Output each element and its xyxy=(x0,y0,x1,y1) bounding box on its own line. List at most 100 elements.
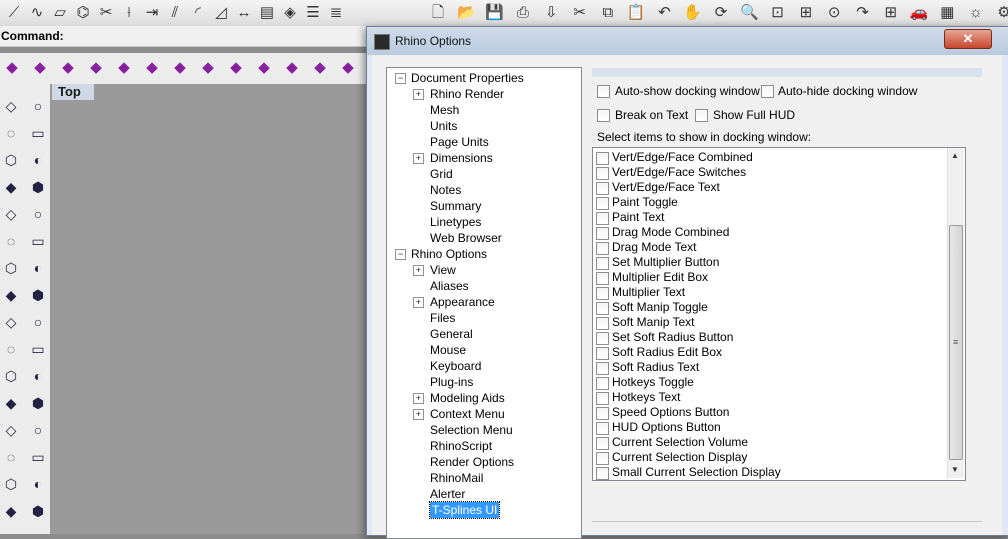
tree-item[interactable]: Grid xyxy=(430,166,453,182)
import-icon[interactable]: ⇩ xyxy=(541,3,561,23)
grid-plane-icon[interactable]: ▦ xyxy=(937,3,957,23)
boolean-union-icon[interactable]: ◆ xyxy=(86,58,106,78)
sidebar-tool-icon[interactable]: ○ xyxy=(28,204,48,224)
offset-icon[interactable]: ⫽ xyxy=(165,3,185,23)
list-item[interactable]: Set Multiplier Button xyxy=(593,255,947,270)
list-item[interactable]: Vert/Edge/Face Switches xyxy=(593,165,947,180)
sidebar-tool-icon[interactable]: ◇ xyxy=(1,96,21,116)
list-item-checkbox[interactable] xyxy=(596,272,609,285)
list-item-checkbox[interactable] xyxy=(596,452,609,465)
tree-item[interactable]: Mesh xyxy=(430,102,459,118)
list-item-checkbox[interactable] xyxy=(596,302,609,315)
pentagon-icon[interactable]: ◆ xyxy=(254,58,274,78)
list-item[interactable]: Current Selection Volume xyxy=(593,435,947,450)
list-item-checkbox[interactable] xyxy=(596,257,609,270)
list-item[interactable]: Soft Radius Text xyxy=(593,360,947,375)
list-item-checkbox[interactable] xyxy=(596,422,609,435)
tree-item[interactable]: Files xyxy=(430,310,455,326)
cut-icon[interactable]: ✂ xyxy=(570,3,590,23)
scroll-up-arrow-icon[interactable]: ▲ xyxy=(947,148,963,164)
sidebar-tool-icon[interactable]: ◐ xyxy=(28,366,48,386)
tree-item[interactable]: Page Units xyxy=(430,134,489,150)
sidebar-tool-icon[interactable]: ⬢ xyxy=(28,177,48,197)
tree-item[interactable]: General xyxy=(430,326,473,342)
zoom-extents-icon[interactable]: ⊞ xyxy=(796,3,816,23)
polyline-icon[interactable]: ⟋ xyxy=(4,3,24,23)
rotate-view-icon[interactable]: ⟳ xyxy=(711,3,731,23)
sidebar-tool-icon[interactable]: ◇ xyxy=(1,420,21,440)
list-item[interactable]: Speed Options Button xyxy=(593,405,947,420)
expand-icon[interactable]: + xyxy=(413,153,424,164)
gumball-icon[interactable]: ◆ xyxy=(142,58,162,78)
list-item-checkbox[interactable] xyxy=(596,152,609,165)
sidebar-tool-icon[interactable]: ⬡ xyxy=(1,150,21,170)
sidebar-tool-icon[interactable]: ▭ xyxy=(28,231,48,251)
tree-item[interactable]: Notes xyxy=(430,182,461,198)
tree-item[interactable]: Context Menu xyxy=(430,406,505,422)
dimension-icon[interactable]: ↔ xyxy=(234,3,254,23)
sidebar-tool-icon[interactable]: ◌ xyxy=(1,123,21,143)
sidebar-tool-icon[interactable]: ◐ xyxy=(28,474,48,494)
cap-icon[interactable]: ◆ xyxy=(226,58,246,78)
list-item[interactable]: Soft Manip Text xyxy=(593,315,947,330)
list-item-checkbox[interactable] xyxy=(596,362,609,375)
properties-icon[interactable]: ☰ xyxy=(303,3,323,23)
undo-icon[interactable]: ↶ xyxy=(654,3,674,23)
sidebar-tool-icon[interactable]: ▭ xyxy=(28,339,48,359)
tree-item[interactable]: T-Splines UI xyxy=(428,501,501,519)
sidebar-tool-icon[interactable]: ◆ xyxy=(1,177,21,197)
list-item-checkbox[interactable] xyxy=(596,242,609,255)
tree-item[interactable]: Linetypes xyxy=(430,214,481,230)
box-icon[interactable]: ◆ xyxy=(2,58,22,78)
collapse-icon[interactable]: − xyxy=(395,249,406,260)
list-item[interactable]: Drag Mode Combined xyxy=(593,225,947,240)
list-item-checkbox[interactable] xyxy=(596,167,609,180)
list-item[interactable]: Vert/Edge/Face Text xyxy=(593,180,947,195)
tree-item[interactable]: Aliases xyxy=(430,278,469,294)
tree-item[interactable]: Summary xyxy=(430,198,481,214)
sidebar-tool-icon[interactable]: ⬢ xyxy=(28,393,48,413)
sphere-icon[interactable]: ◆ xyxy=(30,58,50,78)
paste-icon[interactable]: 📋 xyxy=(626,3,646,23)
list-item-checkbox[interactable] xyxy=(596,227,609,240)
sidebar-tool-icon[interactable]: ○ xyxy=(28,420,48,440)
tree-item[interactable]: Plug-ins xyxy=(430,374,473,390)
list-item-checkbox[interactable] xyxy=(596,212,609,225)
tree-item[interactable]: Rhino Render xyxy=(430,86,504,102)
cylinder-icon[interactable]: ◆ xyxy=(58,58,78,78)
tree-item[interactable]: Rhino Options xyxy=(411,246,487,262)
list-item-checkbox[interactable] xyxy=(596,467,609,480)
sidebar-tool-icon[interactable]: ⬡ xyxy=(1,258,21,278)
sidebar-tool-icon[interactable]: ⬡ xyxy=(1,474,21,494)
sidebar-tool-icon[interactable]: ⬢ xyxy=(28,501,48,521)
arch-icon[interactable]: ◆ xyxy=(310,58,330,78)
sidebar-tool-icon[interactable]: ◐ xyxy=(28,150,48,170)
sidebar-tool-icon[interactable]: ◌ xyxy=(1,339,21,359)
four-viewports-icon[interactable]: ⊞ xyxy=(881,3,901,23)
sidebar-tool-icon[interactable]: ○ xyxy=(28,96,48,116)
sidebar-tool-icon[interactable]: ○ xyxy=(28,312,48,332)
new-file-icon[interactable]: 🗋 xyxy=(428,3,448,23)
split-icon[interactable]: ⟊ xyxy=(119,3,139,23)
sidebar-tool-icon[interactable]: ▭ xyxy=(28,123,48,143)
tree-item[interactable]: Units xyxy=(430,118,457,134)
layers-icon[interactable]: ≣ xyxy=(326,3,346,23)
chamfer-icon[interactable]: ◿ xyxy=(211,3,231,23)
list-item[interactable]: Hotkeys Text xyxy=(593,390,947,405)
list-item[interactable]: Set Soft Radius Button xyxy=(593,330,947,345)
list-item[interactable]: HUD Options Button xyxy=(593,420,947,435)
list-item[interactable]: Vert/Edge/Face Combined xyxy=(593,150,947,165)
tree-item[interactable]: Alerter xyxy=(430,486,465,502)
car-icon[interactable]: 🚗 xyxy=(909,3,929,23)
list-item[interactable]: Drag Mode Text xyxy=(593,240,947,255)
collapse-icon[interactable]: − xyxy=(395,73,406,84)
surface-icon[interactable]: ▱ xyxy=(50,3,70,23)
sidebar-tool-icon[interactable]: ⬢ xyxy=(28,285,48,305)
sidebar-tool-icon[interactable]: ⬡ xyxy=(1,366,21,386)
list-item-checkbox[interactable] xyxy=(596,317,609,330)
list-item[interactable]: Current Selection Display xyxy=(593,450,947,465)
zoom-window-icon[interactable]: ⊡ xyxy=(768,3,788,23)
list-item-checkbox[interactable] xyxy=(596,407,609,420)
trim-icon[interactable]: ✂ xyxy=(96,3,116,23)
tree-item[interactable]: View xyxy=(430,262,456,278)
